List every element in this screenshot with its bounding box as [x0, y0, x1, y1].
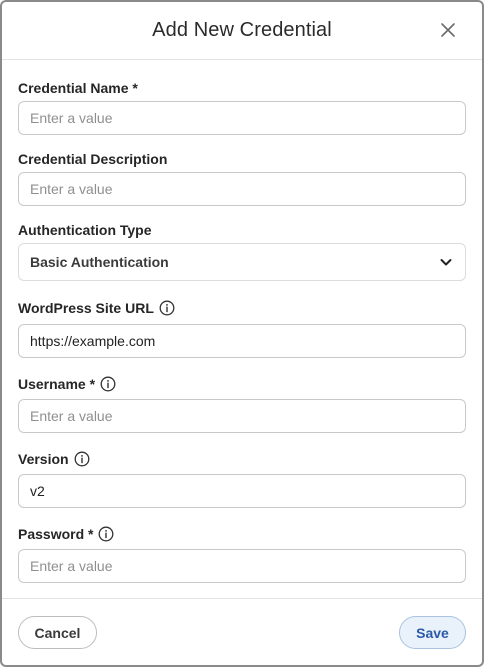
username-field: Username *: [18, 374, 466, 433]
version-label: Version: [18, 451, 69, 467]
version-field: Version: [18, 449, 466, 508]
dialog-header: Add New Credential: [2, 2, 482, 60]
password-label: Password *: [18, 526, 94, 542]
dialog-title: Add New Credential: [152, 19, 332, 41]
info-icon[interactable]: [98, 526, 114, 542]
authentication-type-label: Authentication Type: [18, 222, 152, 238]
password-input[interactable]: [18, 549, 466, 583]
authentication-type-field: Authentication Type Basic Authentication: [18, 220, 466, 281]
chevron-down-icon: [438, 254, 454, 270]
cancel-button[interactable]: Cancel: [18, 616, 97, 649]
info-icon[interactable]: [74, 451, 90, 467]
close-icon: [441, 23, 455, 37]
site-url-input[interactable]: [18, 324, 466, 358]
credential-description-field: Credential Description: [18, 149, 466, 206]
credential-description-label: Credential Description: [18, 151, 168, 167]
add-credential-dialog: Add New Credential Credential Name * Cre…: [0, 0, 484, 667]
username-input[interactable]: [18, 399, 466, 433]
credential-description-input[interactable]: [18, 172, 466, 206]
close-button[interactable]: [436, 18, 460, 42]
username-label: Username *: [18, 376, 96, 392]
password-field: Password *: [18, 524, 466, 583]
authentication-type-value: Basic Authentication: [30, 254, 169, 270]
credential-name-label: Credential Name *: [18, 80, 138, 96]
info-icon[interactable]: [159, 300, 175, 316]
save-button[interactable]: Save: [399, 616, 466, 649]
version-input[interactable]: [18, 474, 466, 508]
footer-divider: [2, 598, 482, 599]
credential-name-field: Credential Name *: [18, 78, 466, 135]
info-icon[interactable]: [100, 376, 116, 392]
site-url-label: WordPress Site URL: [18, 300, 154, 316]
credential-name-input[interactable]: [18, 101, 466, 135]
authentication-type-select[interactable]: Basic Authentication: [18, 243, 466, 281]
site-url-field: WordPress Site URL: [18, 298, 466, 358]
